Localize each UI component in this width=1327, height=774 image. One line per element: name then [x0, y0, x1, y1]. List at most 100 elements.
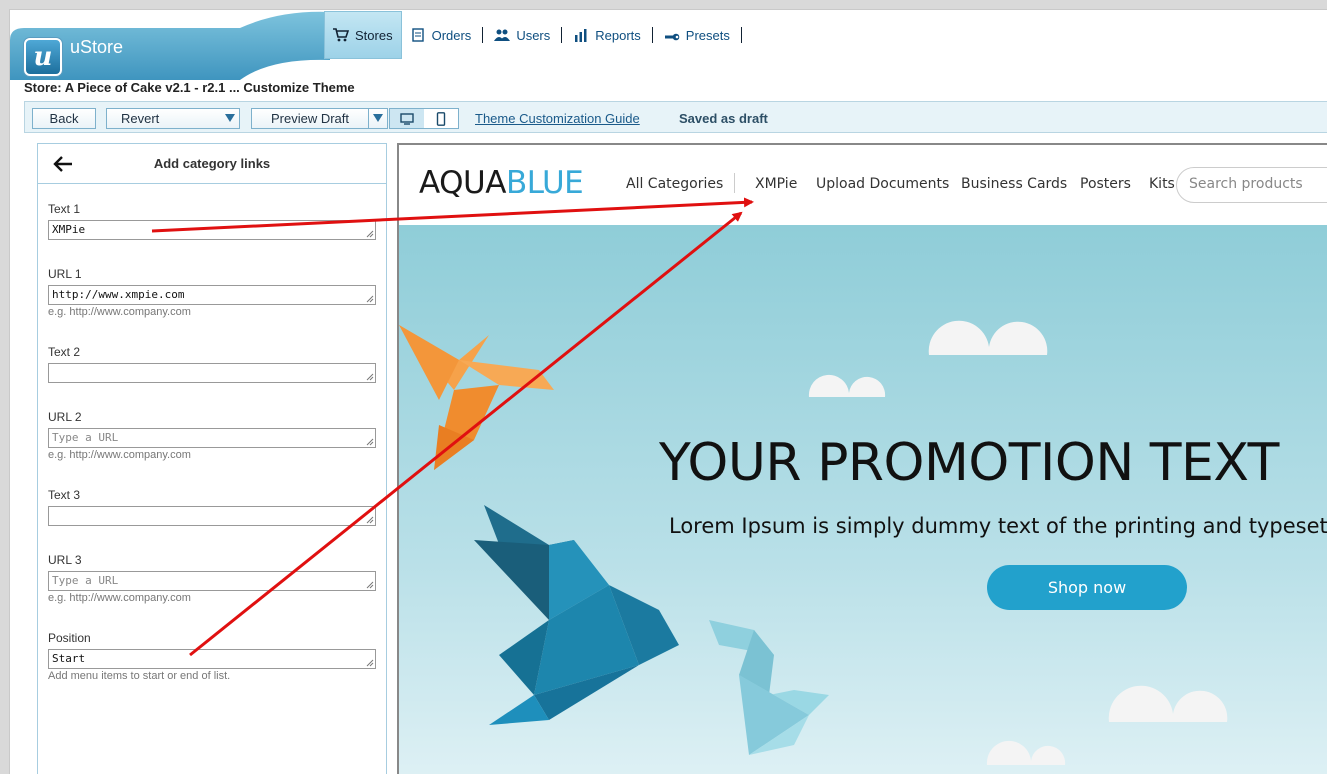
ustore-window: u uStore Stores Orders Users Reports Pre… — [9, 9, 1327, 774]
field-value: http://www.xmpie.com — [52, 288, 185, 301]
page-title: Store: A Piece of Cake v2.1 - r2.1 ... C… — [24, 80, 355, 95]
field-text-2: Text 2 — [48, 345, 376, 383]
revert-label: Revert — [121, 111, 160, 126]
field-input[interactable] — [48, 506, 376, 526]
brand-part1: AQUA — [419, 165, 506, 201]
desktop-icon — [400, 112, 414, 125]
panel-title: Add category links — [153, 156, 271, 171]
field-text-3: Text 3 — [48, 488, 376, 526]
resize-grip-icon[interactable] — [365, 658, 374, 667]
site-nav-xmpie[interactable]: XMPie — [755, 176, 797, 192]
resize-grip-icon[interactable] — [365, 515, 374, 524]
nav-divider — [482, 27, 484, 43]
shop-now-button[interactable]: Shop now — [987, 565, 1187, 610]
mobile-view-button[interactable] — [424, 109, 458, 128]
nav-divider — [651, 27, 653, 43]
site-header: AQUABLUE All Categories XMPie Upload Doc… — [399, 145, 1327, 225]
editor-toolbar: Back Revert Preview Draft Theme Customiz… — [24, 101, 1327, 133]
site-brand-logo[interactable]: AQUABLUE — [419, 165, 584, 201]
field-label: URL 2 — [48, 410, 82, 424]
field-label: Text 1 — [48, 202, 81, 216]
resize-grip-icon[interactable] — [365, 437, 374, 446]
field-label: Text 3 — [48, 488, 81, 502]
nav-label: Orders — [431, 27, 472, 43]
reports-icon — [575, 29, 587, 42]
cloud-shapes — [808, 320, 1228, 765]
app-name: uStore — [70, 37, 124, 57]
device-toggle — [389, 108, 459, 129]
field-label: Text 2 — [48, 345, 81, 359]
field-url-2: URL 2 Type a URL e.g. http://www.company.c… — [48, 410, 376, 461]
chevron-down-icon — [225, 114, 235, 122]
back-button[interactable]: Back — [32, 108, 96, 129]
field-url-1: URL 1 http://www.xmpie.com e.g. http://www… — [48, 267, 376, 318]
nav-divider — [740, 27, 742, 43]
desktop-view-button[interactable] — [390, 109, 424, 128]
nav-users[interactable]: Users — [486, 28, 558, 43]
field-input[interactable]: Type a URL — [48, 428, 376, 448]
site-nav-business-cards[interactable]: Business Cards — [961, 176, 1067, 192]
field-input[interactable]: http://www.xmpie.com — [48, 285, 376, 305]
field-label: URL 3 — [48, 553, 82, 567]
cart-icon — [333, 28, 349, 42]
logo-area: u uStore — [10, 10, 350, 80]
nav-stores[interactable]: Stores — [324, 11, 402, 59]
resize-grip-icon[interactable] — [365, 229, 374, 238]
resize-grip-icon[interactable] — [365, 294, 374, 303]
theme-customization-guide-link[interactable]: Theme Customization Guide — [475, 111, 640, 126]
revert-dropdown[interactable]: Revert — [106, 108, 240, 129]
preview-options-chevron-down-icon[interactable] — [368, 108, 388, 129]
site-nav-all-categories[interactable]: All Categories — [626, 176, 723, 192]
resize-grip-icon[interactable] — [365, 372, 374, 381]
orange-bird — [399, 325, 554, 470]
field-hint: Add menu items to start or end of list. — [48, 670, 231, 682]
field-value: Type a URL — [52, 574, 119, 587]
field-value: XMPie — [52, 223, 86, 236]
site-nav-divider — [734, 173, 735, 193]
hero-illustration — [399, 320, 1228, 765]
field-value: Type a URL — [52, 431, 119, 444]
field-text-1: Text 1 XMPie — [48, 202, 376, 240]
wrench-icon — [664, 33, 680, 41]
nav-label: Stores — [355, 27, 393, 43]
field-label: URL 1 — [48, 267, 82, 281]
hero-subtitle: Lorem Ipsum is simply dummy text of the … — [669, 514, 1327, 538]
hero-banner: YOUR PROMOTION TEXT Lorem Ipsum is simpl… — [399, 225, 1327, 774]
large-blue-bird — [474, 505, 679, 725]
site-nav-upload-documents[interactable]: Upload Documents — [816, 176, 949, 192]
field-hint: e.g. http://www.company.com — [48, 592, 191, 604]
nav-label: Reports — [595, 27, 641, 43]
mobile-icon — [436, 111, 446, 126]
store-preview: AQUABLUE All Categories XMPie Upload Doc… — [397, 143, 1327, 774]
field-position: Position Start Add menu items to start or … — [48, 631, 376, 682]
nav-divider — [561, 27, 563, 43]
resize-grip-icon[interactable] — [365, 580, 374, 589]
field-label: Position — [48, 631, 91, 645]
panel-header: Add category links — [38, 144, 386, 184]
nav-orders[interactable]: Orders — [402, 28, 480, 43]
field-input[interactable] — [48, 363, 376, 383]
nav-presets[interactable]: Presets — [656, 28, 738, 43]
field-input[interactable]: Type a URL — [48, 571, 376, 591]
hero-title: YOUR PROMOTION TEXT — [659, 433, 1279, 493]
field-hint: e.g. http://www.company.com — [48, 306, 191, 318]
site-search-input[interactable]: Search products — [1176, 167, 1327, 203]
site-nav-kits[interactable]: Kits — [1149, 176, 1175, 192]
brand-part2: BLUE — [505, 165, 584, 201]
nav-label: Presets — [685, 27, 730, 43]
category-links-panel: Add category links Text 1 XMPie URL 1 http:… — [37, 143, 387, 774]
orders-icon — [411, 28, 424, 42]
small-light-bird — [709, 620, 829, 755]
users-icon — [494, 29, 511, 41]
nav-reports[interactable]: Reports — [565, 28, 649, 43]
field-input[interactable]: Start — [48, 649, 376, 669]
field-url-3: URL 3 Type a URL e.g. http://www.company.c… — [48, 553, 376, 604]
field-value: Start — [52, 652, 86, 665]
ustore-logo-icon: u — [24, 38, 62, 76]
main-nav: Stores Orders Users Reports Presets — [324, 10, 745, 60]
preview-draft-button[interactable]: Preview Draft — [251, 108, 369, 129]
save-status: Saved as draft — [679, 111, 768, 126]
site-nav-posters[interactable]: Posters — [1080, 176, 1131, 192]
field-input[interactable]: XMPie — [48, 220, 376, 240]
field-hint: e.g. http://www.company.com — [48, 449, 191, 461]
